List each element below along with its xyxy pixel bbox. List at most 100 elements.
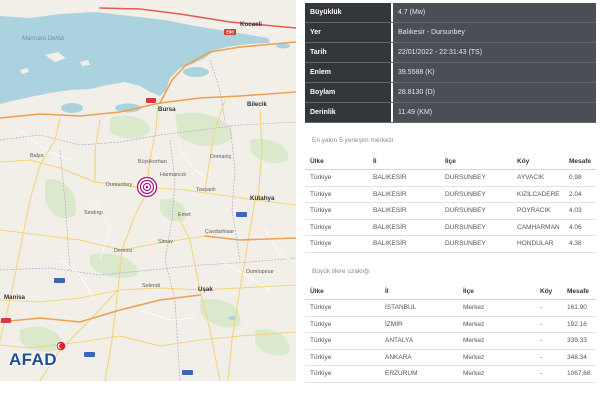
- detail-label: Enlem: [305, 63, 391, 82]
- table-row: Türkiye İSTANBUL Merkez - 161.90: [305, 300, 596, 317]
- table-cell: KIZILCADERE: [517, 190, 560, 198]
- table-cell: DURSUNBEY: [445, 240, 486, 248]
- detail-value: Balıkesir - Dursunbey: [393, 23, 596, 42]
- table-cell: Türkiye: [310, 223, 332, 231]
- table-cell: CAMHARMAN: [517, 223, 560, 231]
- column-header-province: İl: [373, 158, 377, 165]
- detail-label: Büyüklük: [305, 3, 391, 22]
- table-row: Türkiye İZMİR Merkez - 192.16: [305, 317, 596, 334]
- table-cell: -: [540, 304, 543, 311]
- table-cell: DURSUNBEY: [445, 174, 486, 181]
- detail-label: Tarih: [305, 43, 391, 62]
- detail-value: 11.49 (KM): [393, 103, 596, 122]
- table-cell: Merkez: [463, 304, 485, 311]
- earthquake-map[interactable]: E80 Marmara Denizi Kocaeli Bursa Bilecik…: [0, 0, 296, 381]
- table-cell: 4.06: [569, 223, 582, 231]
- table-cell: POYRACIK: [517, 207, 551, 215]
- table-row: Türkiye ANTALYA Merkez - 339.33: [305, 333, 596, 350]
- map-label: Harmancık: [160, 172, 186, 178]
- map-label: Manisa: [4, 294, 26, 301]
- table-cell: ANTALYA: [385, 337, 414, 345]
- table-cell: Türkiye: [310, 353, 332, 361]
- map-label: Dumlupınar: [246, 269, 274, 275]
- detail-row-date: Tarih 22/01/2022 - 22:31:43 (TS): [305, 43, 596, 63]
- table-cell: İSTANBUL: [385, 304, 417, 311]
- map-label: Bursa: [158, 106, 176, 113]
- big-cities-distance-table: Ülke İl İlçe Köy Mesafe Türkiye İSTANBUL…: [305, 284, 596, 383]
- map-label: Simav: [158, 239, 173, 245]
- table-cell: 339.33: [567, 337, 587, 345]
- table-row: Türkiye ERZURUM Merkez - 1067.68: [305, 366, 596, 383]
- table-cell: 4.38: [569, 240, 582, 248]
- table-header: Ülke İl İlçe Köy Mesafe: [305, 284, 596, 300]
- table-cell: 161.90: [567, 304, 587, 311]
- map-label: Marmara Denizi: [22, 36, 65, 42]
- table-cell: Türkiye: [310, 240, 332, 248]
- table-cell: İZMİR: [385, 320, 403, 328]
- table-cell: BALIKESİR: [373, 223, 407, 231]
- map-label: Demirci: [114, 248, 132, 254]
- column-header-country: Ülke: [310, 288, 324, 295]
- table-cell: BALIKESİR: [373, 240, 407, 248]
- nearest-settlements-title: En yakın 5 yerleşim merkezi: [312, 137, 394, 144]
- table-cell: Türkiye: [310, 370, 332, 378]
- table-cell: BALIKESİR: [373, 207, 407, 215]
- table-cell: 1067.68: [567, 370, 591, 378]
- table-header: Ülke İl İlçe Köy Mesafe: [305, 154, 596, 170]
- detail-value: 28.8130 (D): [393, 83, 596, 102]
- column-header-district: İlçe: [445, 158, 456, 165]
- table-cell: DURSUNBEY: [445, 223, 486, 231]
- map-canvas[interactable]: E80 Marmara Denizi Kocaeli Bursa Bilecik…: [0, 0, 296, 381]
- detail-value: 39.5588 (K): [393, 63, 596, 82]
- column-header-distance: Mesafe: [569, 158, 592, 165]
- table-row: Türkiye ANKARA Merkez - 348.34: [305, 350, 596, 367]
- table-cell: Türkiye: [310, 207, 332, 215]
- map-label: Dursunbey: [106, 182, 132, 188]
- column-header-country: Ülke: [310, 158, 324, 165]
- map-label: Uşak: [198, 286, 213, 293]
- column-header-village: Köy: [517, 158, 530, 165]
- column-header-distance: Mesafe: [567, 288, 590, 295]
- table-cell: Merkez: [463, 370, 485, 378]
- big-cities-distance-title: Büyük illere uzaklığı: [312, 268, 370, 275]
- table-cell: 2.04: [569, 190, 582, 198]
- table-row: Türkiye BALIKESİR DURSUNBEY AYVACIK 0.98: [305, 170, 596, 187]
- epicenter-target-icon[interactable]: [136, 176, 158, 198]
- map-label: Çavdarhisar: [205, 229, 234, 235]
- table-cell: ANKARA: [385, 353, 412, 361]
- table-cell: AYVACIK: [517, 174, 545, 181]
- table-cell: Türkiye: [310, 337, 332, 345]
- table-cell: Merkez: [463, 337, 485, 345]
- table-row: Türkiye BALIKESİR DURSUNBEY POYRACIK 4.0…: [305, 203, 596, 220]
- detail-row-depth: Derinlik 11.49 (KM): [305, 103, 596, 123]
- table-cell: ERZURUM: [385, 370, 418, 378]
- earthquake-details-table: Büyüklük 4.7 (Mw) Yer Balıkesir - Dursun…: [305, 3, 596, 123]
- afad-logo-text: AFAD: [9, 350, 57, 369]
- map-label: Emet: [178, 212, 191, 218]
- map-label: Tavşanlı: [196, 187, 216, 193]
- detail-row-longitude: Boylam 28.8130 (D): [305, 83, 596, 103]
- table-cell: -: [540, 320, 543, 328]
- detail-label: Boylam: [305, 83, 391, 102]
- column-header-province: İl: [385, 288, 389, 295]
- table-cell: BALIKESİR: [373, 174, 407, 181]
- table-cell: Türkiye: [310, 190, 332, 198]
- table-cell: 0.98: [569, 174, 582, 181]
- map-label: Domaniç: [210, 154, 232, 160]
- detail-value: 22/01/2022 - 22:31:43 (TS): [393, 43, 596, 62]
- table-cell: -: [540, 353, 543, 361]
- table-cell: 192.16: [567, 320, 587, 328]
- road-shield-label: E80: [226, 30, 234, 35]
- map-label: Sındırgı: [84, 210, 103, 216]
- table-cell: 348.34: [567, 353, 587, 361]
- table-cell: Merkez: [463, 353, 485, 361]
- nearest-settlements-table: Ülke İl İlçe Köy Mesafe Türkiye BALIKESİ…: [305, 154, 596, 253]
- map-label: Selendi: [142, 283, 160, 289]
- map-label: Kütahya: [250, 195, 275, 202]
- table-cell: 4.03: [569, 207, 582, 215]
- table-row: Türkiye BALIKESİR DURSUNBEY HONDULAR 4.3…: [305, 236, 596, 253]
- detail-value: 4.7 (Mw): [393, 3, 596, 22]
- table-cell: DURSUNBEY: [445, 190, 486, 198]
- table-cell: -: [540, 370, 543, 378]
- column-header-district: İlçe: [463, 288, 474, 295]
